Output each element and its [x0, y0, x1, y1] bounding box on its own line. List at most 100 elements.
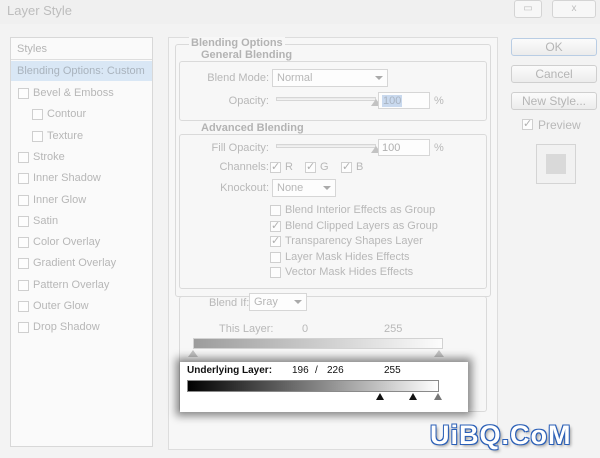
style-item[interactable]: Inner Shadow — [11, 168, 152, 189]
new-style-button[interactable]: New Style... — [511, 92, 597, 110]
this-layer-white-thumb[interactable] — [434, 350, 444, 357]
knockout-label: Knockout: — [220, 182, 269, 194]
style-item[interactable]: Contour — [11, 104, 152, 125]
fill-opacity-slider[interactable] — [276, 144, 376, 148]
style-item[interactable]: Color Overlay — [11, 232, 152, 253]
title-bar: Layer Style ▭ x — [0, 0, 600, 24]
style-item[interactable]: Inner Glow — [11, 190, 152, 211]
underlying-layer-high-value: 255 — [384, 365, 401, 376]
advanced-option-label: Layer Mask Hides Effects — [285, 250, 410, 263]
close-button[interactable]: x — [552, 0, 596, 18]
ok-button[interactable]: OK — [511, 38, 597, 56]
style-item[interactable]: Pattern Overlay — [11, 275, 152, 296]
blending-options-title: Blending Options — [189, 37, 285, 49]
knockout-value: None — [277, 182, 304, 194]
channel-label: B — [356, 161, 364, 173]
style-item-label: Inner Shadow — [33, 172, 101, 185]
opacity-label: Opacity: — [228, 95, 269, 107]
underlying-layer-split-thumb-left[interactable] — [376, 393, 384, 400]
advanced-blending-title: Advanced Blending — [199, 122, 306, 134]
style-checkbox[interactable] — [18, 88, 29, 99]
opacity-field[interactable]: 100 — [378, 92, 430, 109]
blend-if-select[interactable]: Gray — [249, 293, 307, 311]
style-item-label: Satin — [33, 214, 59, 227]
style-item-blending-options[interactable]: Blending Options: Custom — [11, 61, 152, 81]
underlying-layer-split-thumb-right[interactable] — [409, 393, 417, 400]
minimize-button[interactable]: ▭ — [514, 0, 542, 18]
style-checkbox[interactable] — [18, 322, 29, 334]
styles-panel: Styles Blending Options: Custom Bevel & … — [10, 37, 153, 447]
style-item-label: Texture — [47, 129, 84, 142]
style-item-label: Bevel & Emboss — [33, 87, 114, 99]
advanced-option-checkbox[interactable] — [270, 234, 281, 248]
this-layer-gradient[interactable] — [193, 338, 443, 349]
advanced-option-checkbox[interactable] — [270, 219, 281, 232]
opacity-unit: % — [434, 95, 444, 107]
channel-checkbox[interactable] — [270, 160, 281, 173]
style-checkbox[interactable] — [18, 258, 29, 270]
style-checkbox[interactable] — [18, 279, 29, 291]
underlying-layer-separator: / — [315, 365, 318, 376]
chevron-down-icon — [294, 300, 302, 304]
fill-opacity-unit: % — [434, 142, 444, 154]
channel-checkbox[interactable] — [305, 160, 316, 173]
underlying-layer-low-value: 196 — [292, 365, 309, 376]
style-item-label: Drop Shadow — [33, 321, 100, 334]
advanced-option-label: Blend Clipped Layers as Group — [285, 219, 438, 232]
this-layer-high-value: 255 — [384, 323, 403, 335]
style-item[interactable]: Bevel & Emboss — [11, 83, 152, 104]
opacity-value: 100 — [382, 95, 403, 107]
preview-label: Preview — [538, 118, 581, 132]
general-blending-title: General Blending — [199, 49, 295, 61]
style-checkbox[interactable] — [18, 301, 29, 312]
advanced-option-label: Vector Mask Hides Effects — [285, 266, 414, 279]
this-layer-black-thumb[interactable] — [188, 350, 198, 357]
advanced-option-checkbox[interactable] — [270, 267, 281, 279]
style-checkbox[interactable] — [18, 151, 29, 163]
style-item[interactable]: Gradient Overlay — [11, 253, 152, 274]
style-checkbox[interactable] — [32, 130, 43, 142]
fill-opacity-label: Fill Opacity: — [211, 142, 269, 154]
style-checkbox[interactable] — [32, 109, 43, 121]
underlying-layer-label: Underlying Layer: — [187, 365, 273, 376]
underlying-layer-highlight: Underlying Layer: 196 / 226 255 — [180, 362, 468, 412]
window-title: Layer Style — [7, 3, 73, 18]
style-checkbox[interactable] — [18, 237, 29, 249]
cancel-button[interactable]: Cancel — [511, 65, 597, 83]
opacity-slider[interactable] — [276, 97, 376, 101]
channel-checkbox[interactable] — [341, 160, 352, 173]
style-item-label: Contour — [47, 108, 87, 121]
advanced-option-checkbox[interactable] — [270, 251, 281, 263]
watermark-logo: UiBQ.CoM — [430, 420, 572, 450]
channels-label: Channels: — [219, 161, 269, 173]
blend-mode-label: Blend Mode: — [207, 72, 269, 84]
blend-if-label: Blend If: — [209, 297, 250, 309]
style-item[interactable]: Satin — [11, 211, 152, 232]
underlying-layer-mid-value: 226 — [327, 365, 344, 376]
chevron-down-icon — [375, 76, 383, 80]
style-item-label: Stroke — [33, 150, 65, 163]
style-item-label: Inner Glow — [33, 193, 87, 206]
this-layer-label: This Layer: — [219, 323, 274, 335]
underlying-layer-white-thumb[interactable] — [434, 393, 442, 400]
knockout-select[interactable]: None — [272, 179, 336, 197]
advanced-option-label: Blend Interior Effects as Group — [285, 204, 436, 216]
advanced-option-checkbox[interactable] — [270, 205, 281, 216]
underlying-layer-gradient[interactable] — [187, 380, 439, 392]
style-item[interactable]: Stroke — [11, 147, 152, 168]
style-item[interactable]: Outer Glow — [11, 296, 152, 317]
blend-mode-value: Normal — [277, 72, 313, 84]
blend-mode-select[interactable]: Normal — [272, 69, 388, 87]
styles-header[interactable]: Styles — [11, 38, 152, 60]
preview-checkbox[interactable] — [522, 117, 533, 130]
preview-swatch — [536, 144, 576, 184]
style-item-label: Gradient Overlay — [33, 257, 117, 270]
style-checkbox[interactable] — [18, 173, 29, 185]
fill-opacity-field[interactable]: 100 — [378, 139, 430, 156]
style-item[interactable]: Drop Shadow — [11, 317, 152, 338]
style-item-label: Outer Glow — [33, 300, 89, 312]
minimize-icon: ▭ — [523, 3, 533, 14]
style-checkbox[interactable] — [18, 194, 29, 206]
style-checkbox[interactable] — [18, 215, 29, 227]
style-item[interactable]: Texture — [11, 126, 152, 147]
